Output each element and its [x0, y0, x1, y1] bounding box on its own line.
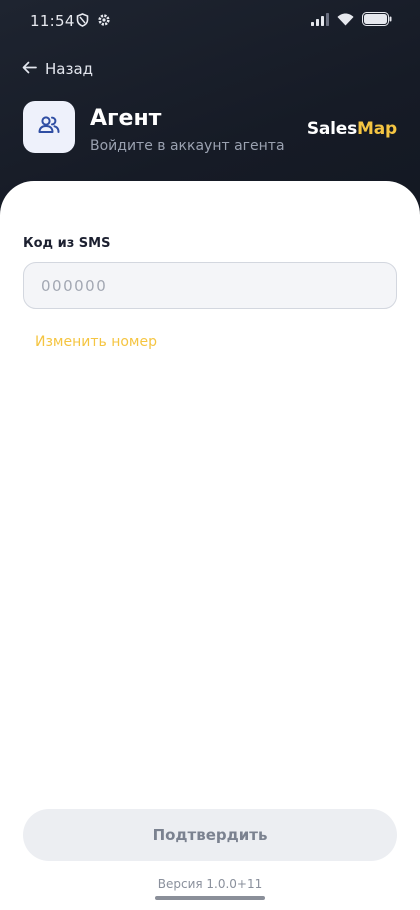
- agent-tile: [23, 101, 75, 153]
- back-label: Назад: [45, 60, 94, 78]
- wifi-icon: [337, 12, 354, 30]
- back-button[interactable]: Назад: [22, 59, 93, 79]
- page-subtitle: Войдите в аккаунт агента: [90, 138, 285, 154]
- battery-icon: [362, 12, 392, 30]
- signal-icon: [311, 12, 329, 30]
- status-time: 11:54: [30, 12, 75, 30]
- shield-icon: [76, 13, 89, 31]
- change-number-link[interactable]: Изменить номер: [35, 334, 157, 350]
- confirm-button[interactable]: Подтвердить: [23, 809, 397, 861]
- sms-code-input[interactable]: [23, 262, 397, 309]
- gear-icon: [97, 13, 111, 31]
- status-bar: 11:54: [0, 0, 420, 40]
- brand-logo-part1: Sales: [306, 119, 358, 139]
- version-label: Версия 1.0.0+11: [157, 877, 263, 891]
- brand-logo: SalesMap: [307, 119, 397, 139]
- arrow-left-icon: [22, 60, 37, 78]
- page-title: Агент: [90, 106, 162, 131]
- users-icon: [37, 115, 61, 139]
- home-indicator: [155, 896, 265, 900]
- brand-logo-part2: Map: [357, 119, 397, 139]
- sms-code-label: Код из SMS: [23, 236, 111, 251]
